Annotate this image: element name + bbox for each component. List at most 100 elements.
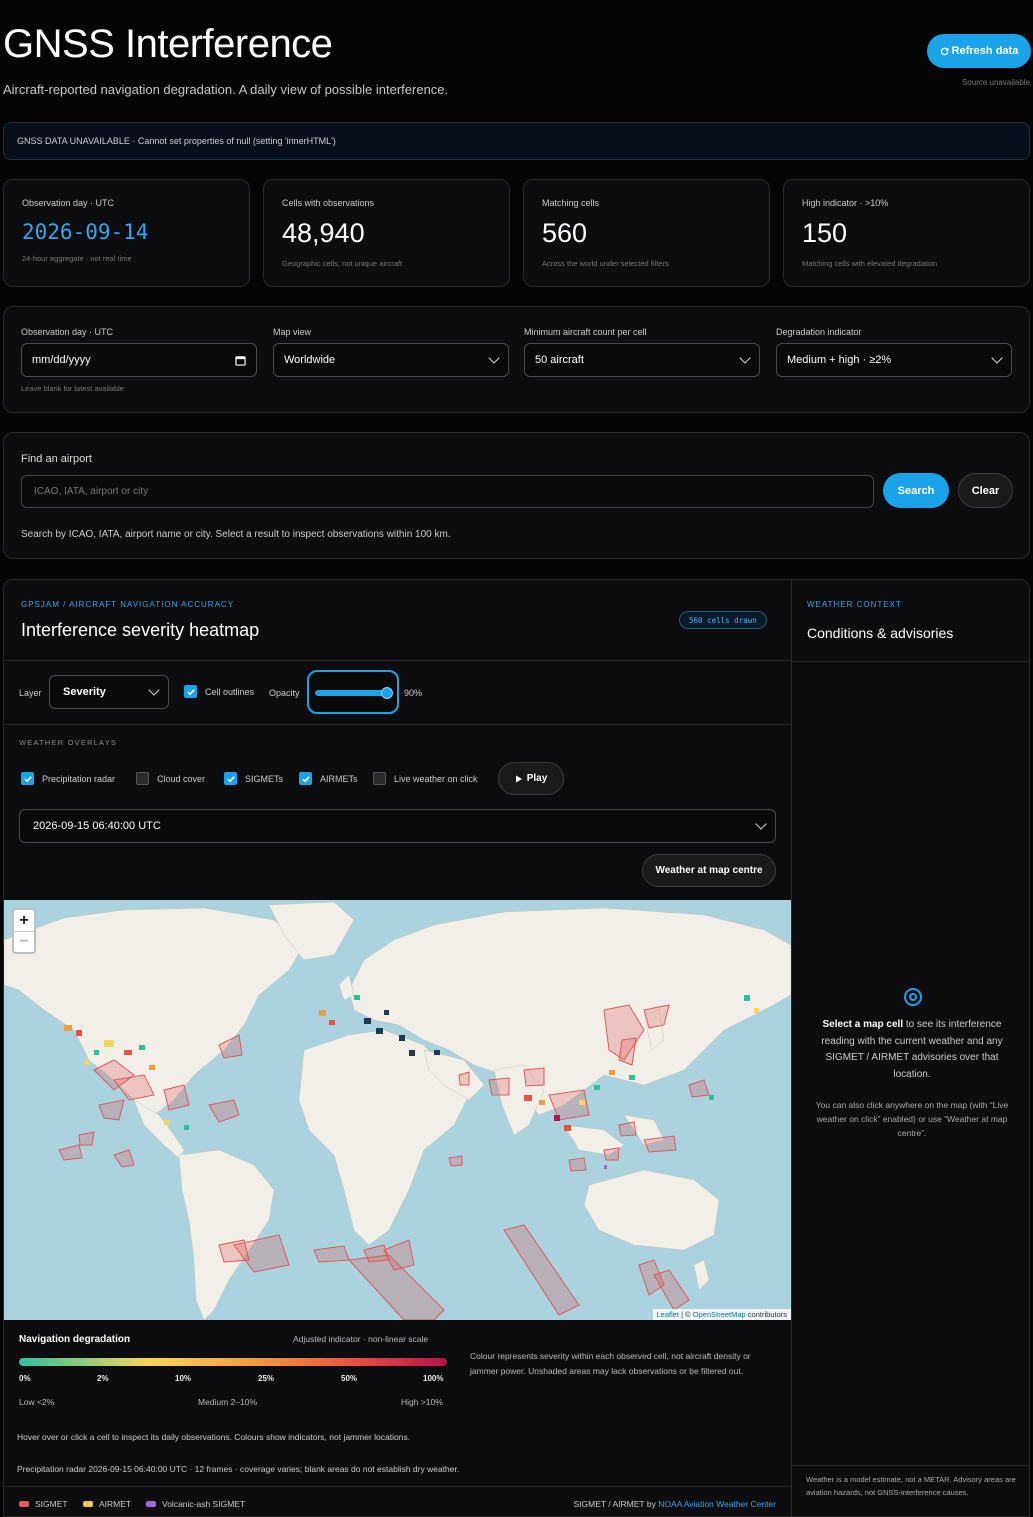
min-aircraft-select[interactable]: 50 aircraft [524, 343, 760, 377]
overlay-cloud-cover[interactable]: Cloud cover [136, 772, 205, 785]
overlay-airmets[interactable]: AIRMETs [299, 772, 358, 785]
leaflet-link[interactable]: Leaflet [657, 1310, 680, 1319]
radar-time-select[interactable]: 2026-09-15 06:40:00 UTC [19, 809, 776, 843]
radar-time-value: 2026-09-15 06:40:00 UTC [33, 820, 161, 832]
filter-min-aircraft-label: Minimum aircraft count per cell [524, 327, 647, 337]
layer-value: Severity [63, 686, 106, 698]
zoom-in-button[interactable]: + [14, 910, 34, 931]
airport-search-label: Find an airport [21, 453, 92, 465]
map-view-value: Worldwide [284, 354, 336, 366]
stat-label: Matching cells [542, 198, 600, 208]
refresh-data-label: Refresh data [951, 45, 1019, 57]
interference-map[interactable]: + − Leaflet | © OpenStreetMap contributo… [4, 900, 791, 1320]
stat-sub: Matching cells with elevated degradation [802, 259, 938, 268]
weather-context-panel: WEATHER CONTEXT Conditions & advisories … [791, 580, 1029, 1516]
overlay-label: SIGMETs [245, 773, 284, 784]
filter-indicator: Degradation indicator Medium + high · ≥2… [776, 327, 1012, 377]
refresh-icon [940, 47, 949, 55]
data-credit: SIGMET / AIRMET by NOAA Aviation Weather… [573, 1499, 776, 1509]
checkbox-checked-icon [224, 772, 237, 785]
heatmap-title: Interference severity heatmap [21, 620, 260, 640]
airport-search-panel: Find an airport ICAO, IATA, airport or c… [3, 432, 1030, 559]
overlay-precipitation-radar[interactable]: Precipitation radar [21, 772, 115, 785]
zoom-out-button[interactable]: − [14, 931, 34, 952]
overlay-label: Precipitation radar [42, 773, 116, 784]
layer-select[interactable]: Severity [49, 675, 169, 709]
filter-day: Observation day · UTC mm/dd/yyyy Leave b… [21, 327, 257, 393]
noaa-link[interactable]: NOAA Aviation Weather Center [658, 1499, 776, 1509]
stat-label: High indicator · >10% [802, 198, 889, 208]
chevron-down-icon [739, 352, 751, 364]
legend-key-airmet: AIRMET [83, 1499, 131, 1509]
search-button[interactable]: Search [883, 473, 949, 508]
opacity-slider-thumb[interactable] [381, 687, 393, 699]
legend-key-label: SIGMET [35, 1499, 68, 1509]
checkbox-unchecked-icon [136, 772, 149, 785]
legend-level-medium: Medium 2–10% [198, 1397, 258, 1407]
clear-button[interactable]: Clear [958, 473, 1013, 508]
zoom-control: + − [12, 908, 36, 954]
legend-tick: 50% [341, 1374, 358, 1383]
stat-cells-observed: Cells with observations 48,940 Geographi… [263, 179, 510, 287]
indicator-select[interactable]: Medium + high · ≥2% [776, 343, 1012, 377]
attribution-separator: | © [679, 1310, 693, 1319]
opacity-slider[interactable] [307, 670, 399, 714]
prompt-bold: Select a map cell [822, 1019, 904, 1030]
hover-hint: Hover over or click a cell to inspect it… [17, 1432, 411, 1442]
legend-title: Navigation degradation [19, 1334, 131, 1345]
legend-scale-note: Adjusted indicator · non-linear scale [293, 1334, 429, 1344]
divider [4, 724, 791, 725]
refresh-data-button[interactable]: Refresh data [927, 34, 1031, 68]
legend-key-sigmet: SIGMET [19, 1499, 68, 1509]
map-attribution: Leaflet | © OpenStreetMap contributors [652, 1309, 791, 1320]
layer-label: Layer [19, 688, 42, 698]
page-title: GNSS Interference [3, 22, 333, 66]
radar-status: Precipitation radar 2026-09-15 06:40:00 … [17, 1464, 460, 1474]
filter-day-label: Observation day · UTC [21, 327, 114, 337]
legend-tick: 2% [97, 1374, 109, 1383]
chevron-down-icon [755, 818, 767, 830]
divider [792, 661, 1029, 662]
filter-min-aircraft: Minimum aircraft count per cell 50 aircr… [524, 327, 760, 377]
opacity-label: Opacity [269, 688, 300, 698]
weather-context-sub: You can also click anywhere on the map (… [815, 1100, 1009, 1138]
weather-context-kicker: WEATHER CONTEXT [807, 600, 902, 609]
overlay-sigmets[interactable]: SIGMETs [224, 772, 283, 785]
indicator-value: Medium + high · ≥2% [787, 354, 892, 366]
filter-day-hint: Leave blank for latest available [21, 384, 124, 393]
day-date-input[interactable]: mm/dd/yyyy [21, 343, 257, 377]
volcanic-ash-cell [604, 1165, 607, 1169]
swatch-icon [83, 1501, 93, 1507]
error-banner: GNSS DATA UNAVAILABLE · Cannot set prope… [3, 122, 1030, 160]
divider [4, 1486, 791, 1487]
stat-value: 48,940 [282, 218, 365, 248]
cell-outlines-checkbox[interactable]: Cell outlines [184, 685, 254, 698]
filters-panel: Observation day · UTC mm/dd/yyyy Leave b… [3, 306, 1030, 413]
stat-sub: 24-hour aggregate · not real time [22, 254, 132, 263]
chevron-down-icon [148, 684, 160, 696]
page-subtitle: Aircraft-reported navigation degradation… [3, 82, 449, 97]
overlay-live-weather[interactable]: Live weather on click [373, 772, 478, 785]
stat-high-indicator: High indicator · >10% 150 Matching cells… [783, 179, 1030, 287]
map-view-select[interactable]: Worldwide [273, 343, 509, 377]
openstreetmap-link[interactable]: OpenStreetMap [693, 1310, 746, 1319]
attribution-tail: contributors [745, 1310, 787, 1319]
min-aircraft-value: 50 aircraft [535, 354, 584, 366]
weather-context-footer: Weather is a model estimate, not a METAR… [806, 1475, 1016, 1497]
weather-context-prompt: Select a map cell to see its interferenc… [808, 1017, 1016, 1083]
stat-value: 2026-09-14 [22, 220, 149, 244]
error-text: GNSS DATA UNAVAILABLE · Cannot set prope… [17, 136, 336, 146]
legend-tick: 25% [258, 1374, 275, 1383]
play-button[interactable]: Play [498, 762, 564, 795]
checkbox-checked-icon [21, 772, 34, 785]
stat-matching-cells: Matching cells 560 Across the world unde… [523, 179, 770, 287]
weather-at-map-centre-button[interactable]: Weather at map centre [642, 854, 776, 887]
airport-search-input[interactable]: ICAO, IATA, airport or city [21, 475, 874, 508]
world-map[interactable] [4, 900, 791, 1320]
heatmap-panel: GPSJAM / AIRCRAFT NAVIGATION ACCURACY In… [3, 579, 1030, 1517]
stat-observation-day: Observation day · UTC 2026-09-14 24-hour… [3, 179, 250, 287]
divider [4, 660, 791, 661]
filter-view: Map view Worldwide [273, 327, 509, 377]
stat-sub: Geographic cells, not unique aircraft [282, 259, 403, 268]
source-status: Source unavailable [961, 78, 1030, 87]
